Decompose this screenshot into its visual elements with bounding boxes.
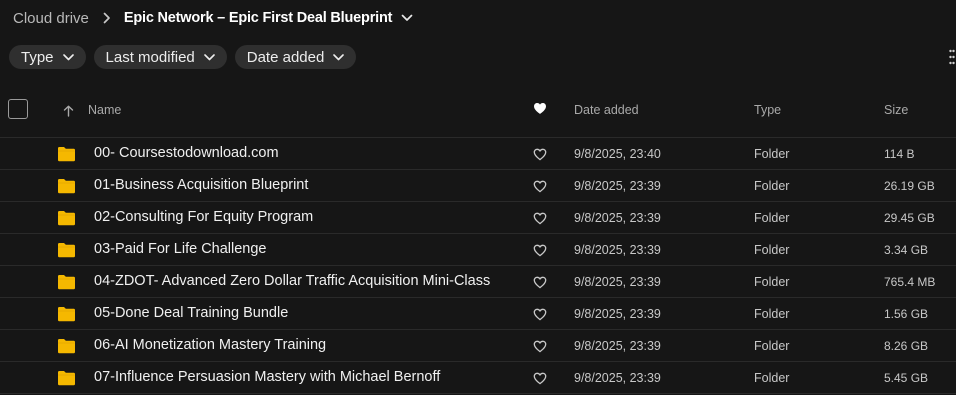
column-header-type[interactable]: Type xyxy=(754,103,781,117)
date-added: 9/8/2025, 23:39 xyxy=(574,211,661,225)
chevron-down-icon[interactable] xyxy=(401,14,413,22)
filter-last-modified-label: Last modified xyxy=(105,48,195,66)
date-added: 9/8/2025, 23:40 xyxy=(574,147,661,161)
date-added: 9/8/2025, 23:39 xyxy=(574,339,661,353)
table-row[interactable]: 05-Done Deal Training Bundle 9/8/2025, 2… xyxy=(0,298,956,330)
file-type: Folder xyxy=(754,147,790,161)
file-size: 3.34 GB xyxy=(884,243,929,257)
table-row[interactable]: 02-Consulting For Equity Program 9/8/202… xyxy=(0,202,956,234)
date-added: 9/8/2025, 23:39 xyxy=(574,371,661,385)
file-type: Folder xyxy=(754,339,790,353)
date-added: 9/8/2025, 23:39 xyxy=(574,243,661,257)
file-type: Folder xyxy=(754,243,790,257)
table-row[interactable]: 06-AI Monetization Mastery Training 9/8/… xyxy=(0,330,956,362)
heart-icon[interactable] xyxy=(533,308,547,326)
heart-icon[interactable] xyxy=(533,276,547,294)
select-all-checkbox[interactable] xyxy=(8,99,28,119)
heart-icon[interactable] xyxy=(533,148,547,166)
date-added: 9/8/2025, 23:39 xyxy=(574,179,661,193)
file-type: Folder xyxy=(754,275,790,289)
folder-icon xyxy=(57,274,76,295)
file-name: 01-Business Acquisition Blueprint xyxy=(94,177,309,193)
heart-icon[interactable] xyxy=(533,372,547,390)
table-header: Name Date added Type Size xyxy=(0,92,956,138)
folder-icon xyxy=(57,370,76,391)
file-name: 00- Coursestodownload.com xyxy=(94,145,279,161)
file-name: 04-ZDOT- Advanced Zero Dollar Traffic Ac… xyxy=(94,273,491,289)
sort-arrow-up-icon[interactable] xyxy=(63,104,74,122)
date-added: 9/8/2025, 23:39 xyxy=(574,307,661,321)
folder-icon xyxy=(57,146,76,167)
heart-icon[interactable] xyxy=(533,180,547,198)
folder-icon xyxy=(57,306,76,327)
chevron-right-icon xyxy=(103,12,111,24)
chevron-down-icon xyxy=(333,53,345,61)
heart-icon[interactable] xyxy=(533,340,547,358)
file-name: 03-Paid For Life Challenge xyxy=(94,241,267,257)
filter-date-added-chip[interactable]: Date added xyxy=(234,45,357,69)
filter-date-added-label: Date added xyxy=(246,48,325,66)
folder-icon xyxy=(57,242,76,263)
table-row[interactable]: 00- Coursestodownload.com 9/8/2025, 23:4… xyxy=(0,138,956,170)
file-type: Folder xyxy=(754,371,790,385)
column-header-name[interactable]: Name xyxy=(88,103,121,117)
file-size: 1.56 GB xyxy=(884,307,929,321)
heart-icon[interactable] xyxy=(533,212,547,230)
chevron-down-icon xyxy=(62,53,74,61)
file-size: 765.4 MB xyxy=(884,275,936,289)
breadcrumb-root-link[interactable]: Cloud drive xyxy=(13,10,89,27)
file-name: 05-Done Deal Training Bundle xyxy=(94,305,289,321)
file-name: 06-AI Monetization Mastery Training xyxy=(94,337,327,353)
table-row[interactable]: 01-Business Acquisition Blueprint 9/8/20… xyxy=(0,170,956,202)
file-name: 02-Consulting For Equity Program xyxy=(94,209,314,225)
file-type: Folder xyxy=(754,179,790,193)
filter-bar: Type Last modified Date added xyxy=(9,45,357,69)
breadcrumb-current-folder[interactable]: Epic Network – Epic First Deal Blueprint xyxy=(124,10,393,26)
filter-type-label: Type xyxy=(21,48,54,66)
file-name: 07-Influence Persuasion Mastery with Mic… xyxy=(94,369,441,385)
table-row[interactable]: 04-ZDOT- Advanced Zero Dollar Traffic Ac… xyxy=(0,266,956,298)
heart-icon[interactable] xyxy=(533,102,547,120)
heart-icon[interactable] xyxy=(533,244,547,262)
date-added: 9/8/2025, 23:39 xyxy=(574,275,661,289)
file-size: 8.26 GB xyxy=(884,339,929,353)
chevron-down-icon xyxy=(203,53,215,61)
breadcrumb: Cloud drive Epic Network – Epic First De… xyxy=(13,8,413,28)
file-type: Folder xyxy=(754,211,790,225)
file-size: 114 B xyxy=(884,147,915,161)
table-row[interactable]: 07-Influence Persuasion Mastery with Mic… xyxy=(0,362,956,394)
column-header-date-added[interactable]: Date added xyxy=(574,103,639,117)
file-size: 29.45 GB xyxy=(884,211,935,225)
file-type: Folder xyxy=(754,307,790,321)
folder-icon xyxy=(57,338,76,359)
filter-last-modified-chip[interactable]: Last modified xyxy=(93,45,227,69)
folder-icon xyxy=(57,210,76,231)
file-size: 5.45 GB xyxy=(884,371,929,385)
file-list: 00- Coursestodownload.com 9/8/2025, 23:4… xyxy=(0,138,956,394)
folder-icon xyxy=(57,178,76,199)
file-size: 26.19 GB xyxy=(884,179,935,193)
filter-type-chip[interactable]: Type xyxy=(9,45,86,69)
more-vertical-icon[interactable] xyxy=(949,49,955,65)
table-row[interactable]: 03-Paid For Life Challenge 9/8/2025, 23:… xyxy=(0,234,956,266)
column-header-size[interactable]: Size xyxy=(884,103,908,117)
